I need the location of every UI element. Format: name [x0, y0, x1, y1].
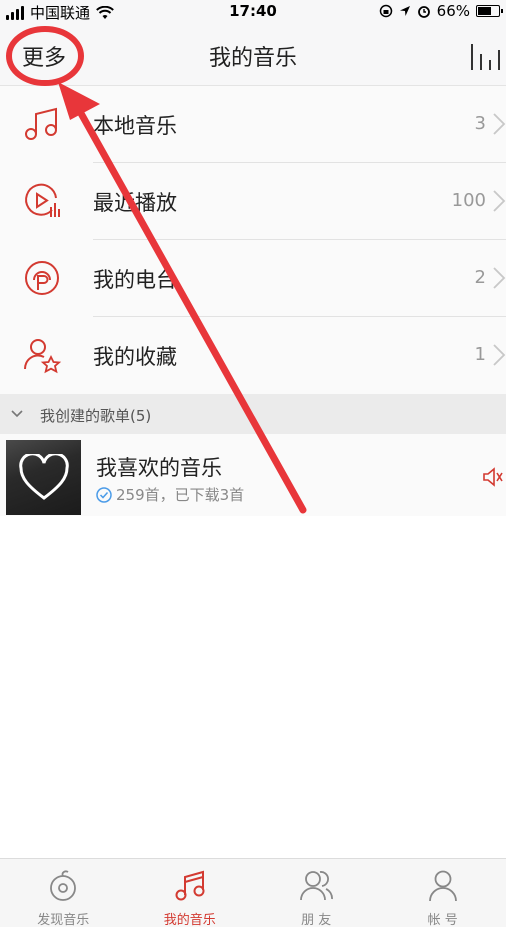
- menu-item-local-music[interactable]: 本地音乐 3: [0, 86, 506, 163]
- status-bar: 中国联通 17:40 66%: [0, 0, 506, 24]
- rotation-lock-icon: [379, 4, 392, 18]
- alarm-icon: [417, 6, 430, 18]
- tab-my-music[interactable]: 我的音乐: [127, 859, 254, 927]
- tab-label: 发现音乐: [37, 913, 90, 927]
- menu-list: 本地音乐 3 最近播放 100 我的电台 2 我的收藏 1: [0, 86, 506, 394]
- section-label: 我创建的歌单(5): [40, 407, 152, 425]
- chevron-right-icon: [493, 344, 506, 366]
- tab-account[interactable]: 帐 号: [380, 859, 506, 927]
- page-title: 我的音乐: [208, 46, 297, 71]
- heart-icon: [19, 454, 69, 500]
- tab-label: 朋 友: [301, 913, 332, 927]
- battery-percent: 66%: [436, 2, 470, 20]
- more-button[interactable]: 更多: [22, 40, 66, 72]
- menu-count: 1: [474, 344, 486, 365]
- chevron-right-icon: [493, 267, 506, 289]
- playlist-item-liked-music[interactable]: 我喜欢的音乐 259首，已下载3首: [0, 434, 506, 516]
- friends-icon: [300, 871, 334, 901]
- downloaded-check-icon: [96, 486, 112, 503]
- menu-item-my-favorites[interactable]: 我的收藏 1: [0, 317, 506, 394]
- my-music-icon: [175, 870, 205, 901]
- menu-label: 最近播放: [93, 191, 177, 215]
- recent-play-icon: [25, 183, 60, 217]
- chevron-right-icon: [493, 190, 506, 212]
- menu-label: 本地音乐: [93, 114, 177, 138]
- menu-item-recent-play[interactable]: 最近播放 100: [0, 163, 506, 240]
- tab-label: 我的音乐: [163, 913, 216, 927]
- playlist-meta: 259首，已下载3首: [116, 486, 245, 504]
- music-note-icon: [25, 107, 57, 140]
- menu-count: 3: [474, 113, 486, 134]
- tab-label: 帐 号: [427, 913, 458, 927]
- radio-icon: [25, 261, 59, 295]
- menu-label: 我的收藏: [93, 345, 177, 369]
- location-icon: [399, 6, 410, 16]
- now-playing-icon[interactable]: [470, 40, 502, 72]
- battery-icon: [476, 5, 503, 17]
- discover-icon: [50, 870, 77, 901]
- chevron-down-icon: [11, 410, 23, 418]
- menu-label: 我的电台: [93, 268, 177, 292]
- nav-bar: 更多 我的音乐: [0, 24, 506, 86]
- menu-count: 2: [474, 267, 486, 288]
- tab-bar: 发现音乐 我的音乐 朋 友 帐 号: [0, 858, 506, 927]
- playlist-cover: [6, 440, 81, 515]
- account-icon: [428, 870, 457, 902]
- menu-item-my-radio[interactable]: 我的电台 2: [0, 240, 506, 317]
- favorite-user-icon: [23, 339, 62, 374]
- menu-count: 100: [451, 190, 486, 211]
- speaker-icon: [483, 467, 503, 487]
- playlist-name: 我喜欢的音乐: [96, 456, 222, 480]
- chevron-right-icon: [493, 113, 506, 135]
- tab-friends[interactable]: 朋 友: [253, 859, 380, 927]
- tab-discover-music[interactable]: 发现音乐: [0, 859, 127, 927]
- created-playlists-header[interactable]: 我创建的歌单(5): [0, 394, 506, 434]
